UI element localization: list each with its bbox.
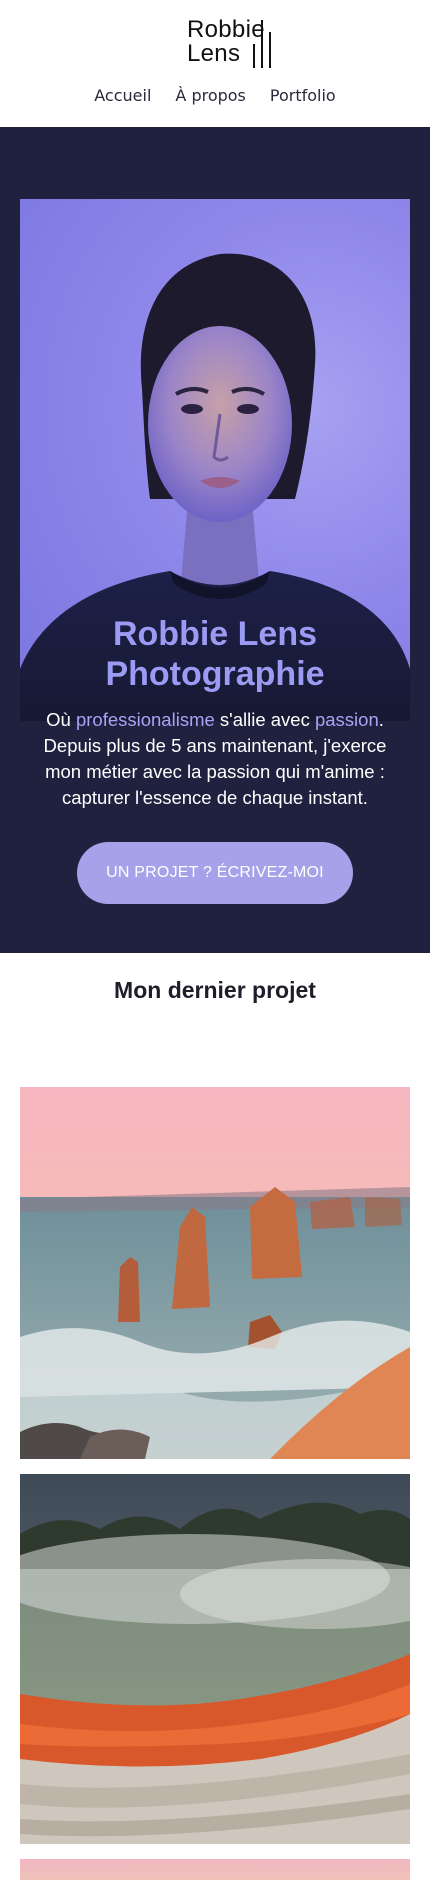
hero-accent-professionalisme: professionalisme <box>75 709 215 730</box>
hero-accent-passion: passion <box>314 709 379 730</box>
hero-text-part: Où <box>46 709 76 730</box>
section-title: Mon dernier projet <box>114 977 316 1003</box>
main-nav: Accueil À propos Portfolio <box>0 86 430 105</box>
hero-section: Robbie Lens Photographie Où professional… <box>0 127 430 953</box>
nav-link-a-propos[interactable]: À propos <box>175 86 245 105</box>
site-header: Robbie Lens Accueil À propos Portfolio <box>0 0 430 127</box>
hero-text-part: s'allie avec <box>214 709 315 730</box>
project-photo-sea-stacks[interactable] <box>20 1087 410 1459</box>
logo[interactable]: Robbie Lens <box>187 18 271 68</box>
latest-project-section: Mon dernier projet <box>0 953 430 1880</box>
logo-bars-icon <box>251 20 271 68</box>
hero-description: Où professionalisme s'allie avec passion… <box>28 707 402 811</box>
hero-title: Robbie Lens Photographie <box>105 615 325 693</box>
nav-link-accueil[interactable]: Accueil <box>94 86 151 105</box>
project-photo-hot-spring[interactable] <box>20 1474 410 1844</box>
contact-cta-button[interactable]: UN PROJET ? ÉCRIVEZ-MOI <box>77 842 353 904</box>
project-photo-partial[interactable] <box>20 1859 410 1880</box>
nav-link-portfolio[interactable]: Portfolio <box>270 86 336 105</box>
